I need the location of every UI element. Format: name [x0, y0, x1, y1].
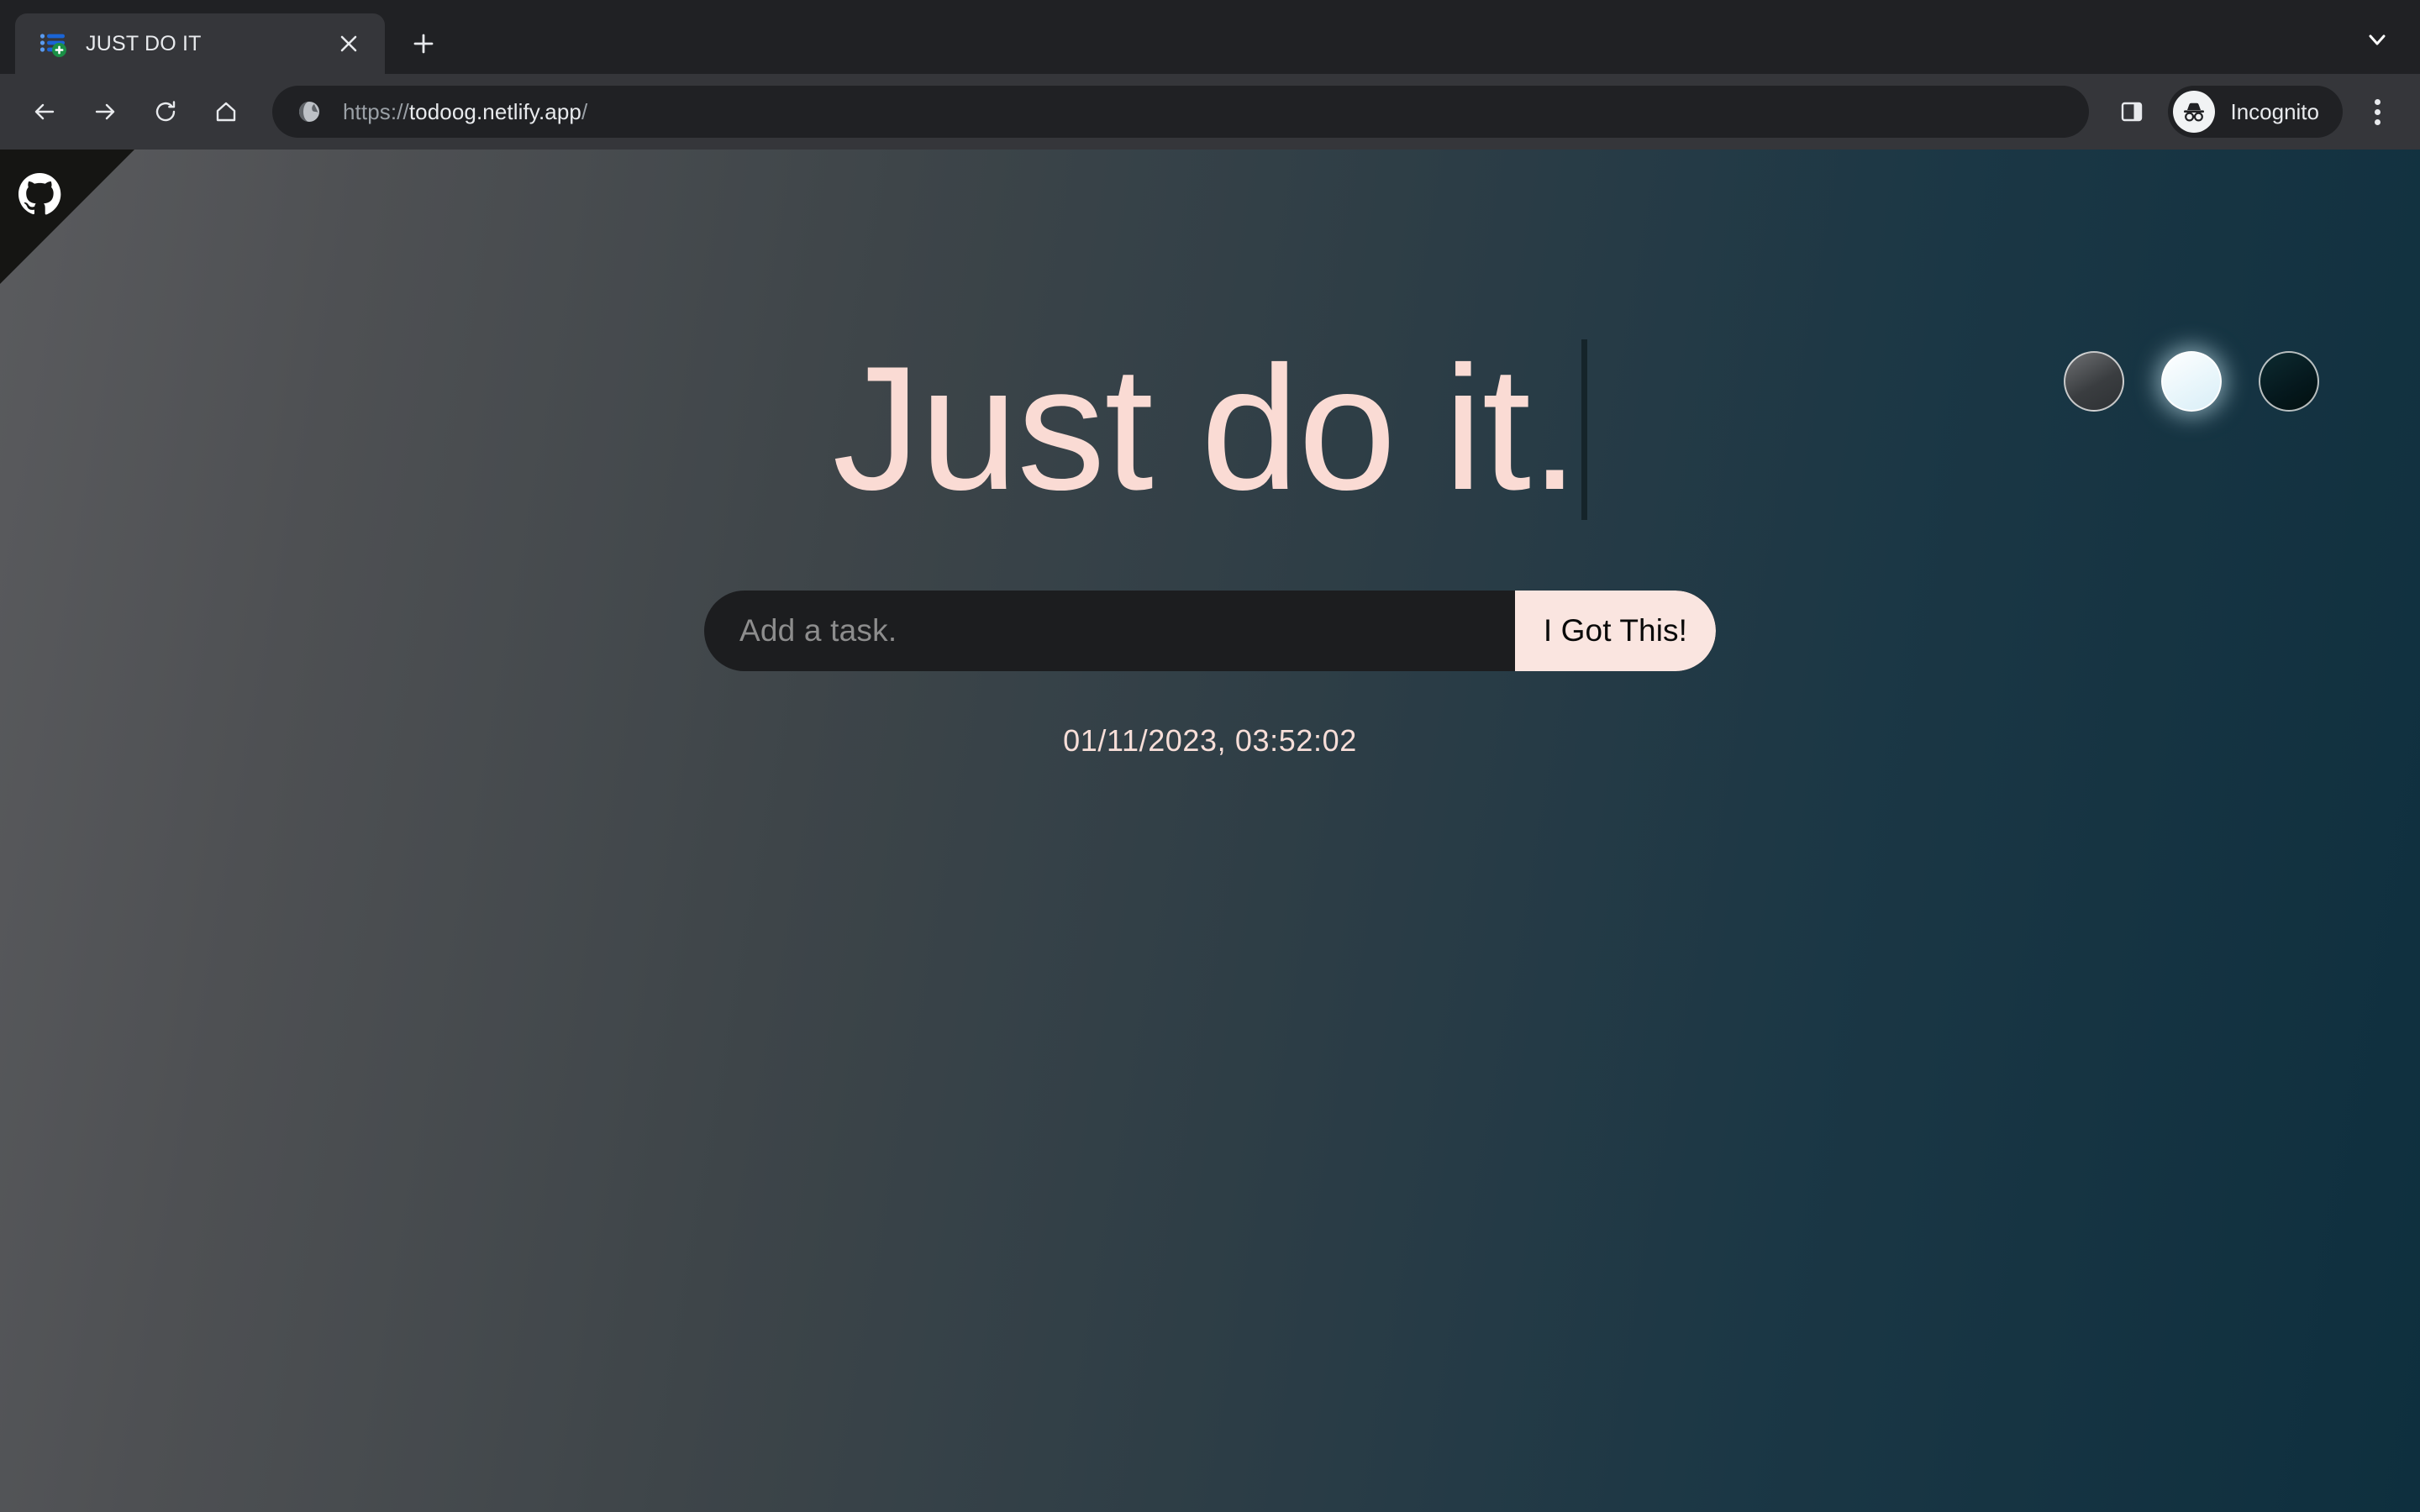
- globe-icon: [294, 97, 324, 127]
- close-icon[interactable]: [331, 26, 366, 61]
- url-text: https://todoog.netlify.app/: [343, 99, 587, 125]
- task-input[interactable]: [704, 591, 1515, 671]
- profile-incognito-button[interactable]: Incognito: [2168, 86, 2343, 138]
- kebab-dot: [2374, 98, 2381, 105]
- reload-icon[interactable]: [139, 86, 192, 138]
- browser-window: JUST DO IT https://todoog.netlify.app/ I…: [0, 0, 2420, 1512]
- address-bar[interactable]: https://todoog.netlify.app/: [272, 86, 2090, 138]
- tab-strip: JUST DO IT: [0, 0, 2420, 74]
- url-path: /: [581, 98, 588, 124]
- forward-arrow-icon[interactable]: [79, 86, 131, 138]
- submit-task-button[interactable]: I Got This!: [1514, 591, 1716, 671]
- page-viewport: Just do it. I Got This! 01/11/2023, 03:5…: [0, 150, 2420, 1512]
- task-list-add-icon: [39, 29, 67, 58]
- page-title: Just do it.: [833, 336, 1588, 520]
- incognito-icon: [2173, 91, 2216, 133]
- side-panel-icon[interactable]: [2107, 87, 2156, 136]
- timestamp: 01/11/2023, 03:52:02: [1063, 723, 1357, 758]
- profile-label: Incognito: [2230, 98, 2319, 124]
- browser-toolbar: https://todoog.netlify.app/ Incognito: [0, 74, 2420, 150]
- url-scheme: https://: [343, 98, 409, 124]
- chevron-down-icon[interactable]: [2354, 17, 2400, 62]
- tab-just-do-it[interactable]: JUST DO IT: [15, 13, 385, 74]
- kebab-dot: [2374, 118, 2381, 125]
- back-arrow-icon[interactable]: [18, 86, 71, 138]
- tab-title: JUST DO IT: [86, 31, 202, 55]
- main-content: Just do it. I Got This! 01/11/2023, 03:5…: [0, 150, 2420, 1512]
- typing-caret: [1581, 339, 1588, 520]
- new-tab-button[interactable]: [400, 20, 447, 67]
- kebab-dot: [2374, 108, 2381, 115]
- url-host: todoog.netlify.app: [408, 98, 581, 124]
- page-title-text: Just do it.: [832, 328, 1580, 527]
- add-task-form: I Got This!: [704, 591, 1716, 671]
- kebab-menu-icon[interactable]: [2353, 87, 2402, 136]
- home-icon[interactable]: [200, 86, 252, 138]
